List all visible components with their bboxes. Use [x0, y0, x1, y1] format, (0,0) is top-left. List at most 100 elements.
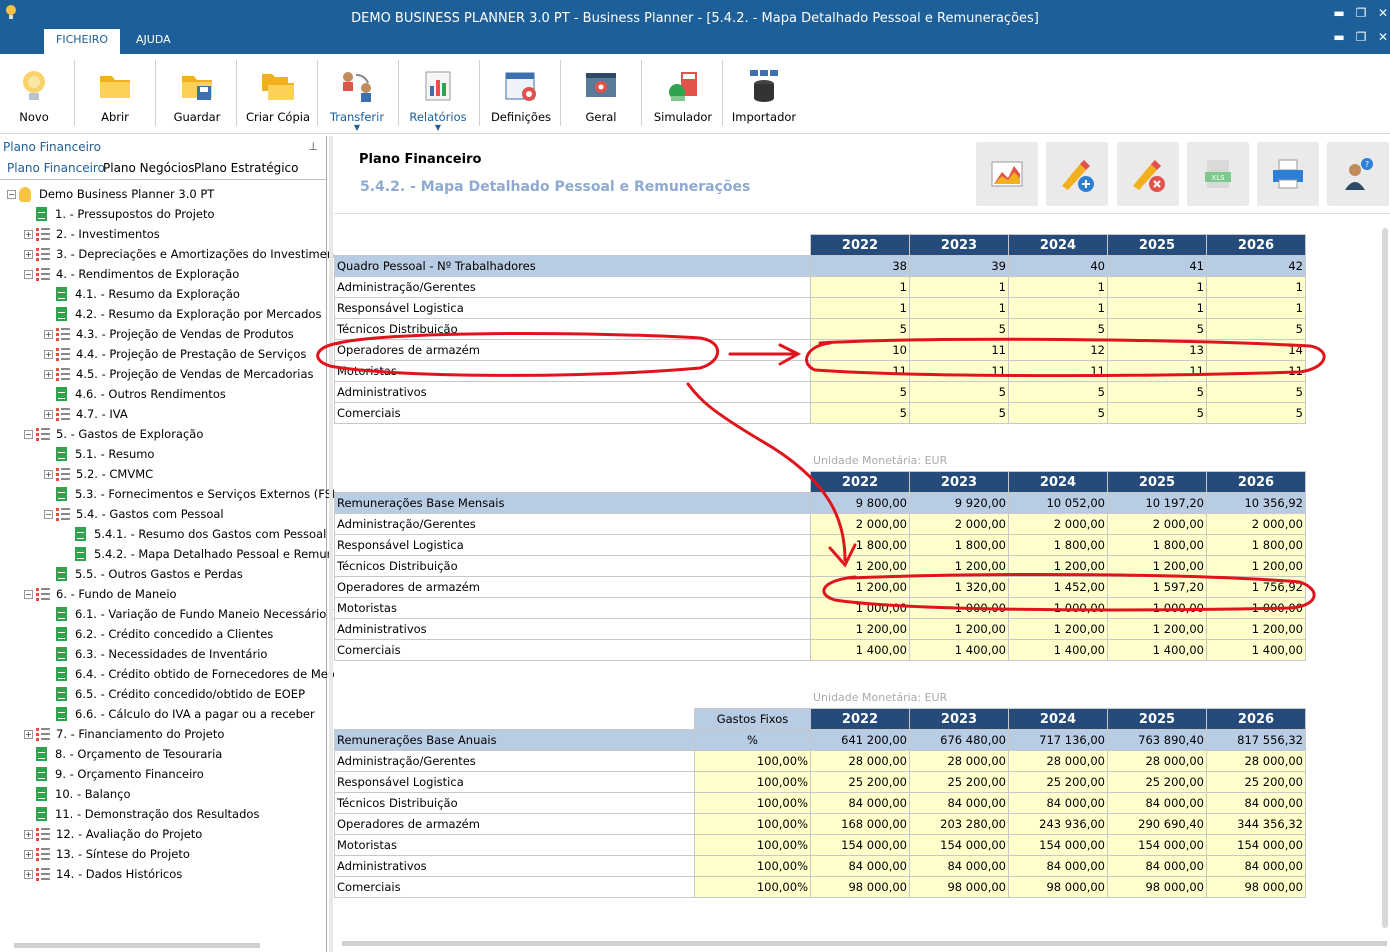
- tree-item[interactable]: 5.1. - Resumo: [44, 444, 154, 464]
- value-cell[interactable]: 1 000,00: [810, 597, 910, 619]
- value-cell[interactable]: 1 200,00: [810, 555, 910, 577]
- value-cell[interactable]: 2 000,00: [1008, 513, 1108, 535]
- value-cell[interactable]: 84 000,00: [1206, 792, 1306, 814]
- tree-item[interactable]: +4.3. - Projeção de Vendas de Produtos: [44, 324, 294, 344]
- collapse-icon[interactable]: −: [24, 269, 33, 279]
- value-cell[interactable]: 2 000,00: [909, 513, 1009, 535]
- settings-button[interactable]: Definições: [481, 58, 561, 128]
- tab-plano-estrategico[interactable]: Plano Estratégico: [194, 161, 299, 175]
- value-cell[interactable]: 1 800,00: [909, 534, 1009, 556]
- doc-close-button[interactable]: ✕: [1374, 30, 1390, 44]
- value-cell[interactable]: 1 200,00: [1206, 618, 1306, 640]
- restore-button[interactable]: ❐: [1352, 6, 1370, 20]
- value-cell[interactable]: 1 200,00: [1206, 555, 1306, 577]
- tree-item[interactable]: 6.5. - Crédito concedido/obtido de EOEP: [44, 684, 305, 704]
- value-cell[interactable]: 25 200,00: [810, 771, 910, 793]
- value-cell[interactable]: 1: [1107, 297, 1207, 319]
- value-cell[interactable]: 1 400,00: [1107, 639, 1207, 661]
- delete-edit-button[interactable]: [1117, 142, 1179, 206]
- tree-item[interactable]: − 5.4. - Gastos com Pessoal: [44, 504, 224, 524]
- sidebar-horizontal-scrollbar[interactable]: [14, 943, 260, 948]
- value-cell[interactable]: 1: [1206, 297, 1306, 319]
- value-cell[interactable]: 1 400,00: [1206, 639, 1306, 661]
- value-cell[interactable]: 344 356,32: [1206, 813, 1306, 835]
- collapse-icon[interactable]: −: [24, 429, 33, 439]
- vertical-scrollbar[interactable]: [1382, 228, 1388, 928]
- pin-icon[interactable]: ⊥: [308, 136, 318, 158]
- new-button[interactable]: Novo: [0, 58, 74, 128]
- tree-item[interactable]: +4.4. - Projeção de Prestação de Serviço…: [44, 344, 306, 364]
- value-cell[interactable]: 1 597,20: [1107, 576, 1207, 598]
- value-cell[interactable]: 5: [909, 318, 1009, 340]
- value-cell[interactable]: 243 936,00: [1008, 813, 1108, 835]
- tree-item[interactable]: +4.5. - Projeção de Vendas de Mercadoria…: [44, 364, 314, 384]
- tree-item[interactable]: − 4. - Rendimentos de Exploração: [24, 264, 239, 284]
- tree-item[interactable]: 4.6. - Outros Rendimentos: [44, 384, 226, 404]
- value-cell[interactable]: 1 756,92: [1206, 576, 1306, 598]
- value-cell[interactable]: 25 200,00: [1107, 771, 1207, 793]
- tree-item[interactable]: 6.3. - Necessidades de Inventário: [44, 644, 267, 664]
- value-cell[interactable]: 28 000,00: [909, 750, 1009, 772]
- value-cell[interactable]: 1: [1008, 297, 1108, 319]
- value-cell[interactable]: 1: [810, 297, 910, 319]
- tree-item[interactable]: 6.4. - Crédito obtido de Fornecedores de…: [44, 664, 346, 684]
- tree-item[interactable]: 5.5. - Outros Gastos e Perdas: [44, 564, 243, 584]
- tree-item[interactable]: 8. - Orçamento de Tesouraria: [24, 744, 222, 764]
- general-button[interactable]: Geral: [561, 58, 641, 128]
- value-cell[interactable]: 1: [1107, 276, 1207, 298]
- value-cell[interactable]: 1: [1008, 276, 1108, 298]
- table-row[interactable]: Responsável Logistica 100,00% 25 200,00 25 …: [334, 771, 1306, 793]
- add-edit-button[interactable]: [1046, 142, 1108, 206]
- table-row[interactable]: Comerciais 100,00% 98 000,00 98 000,00 98 00…: [334, 876, 1306, 898]
- value-cell[interactable]: 1: [1206, 276, 1306, 298]
- value-cell[interactable]: 1 200,00: [810, 576, 910, 598]
- value-cell[interactable]: 11: [1107, 360, 1207, 382]
- tree-item[interactable]: 9. - Orçamento Financeiro: [24, 764, 204, 784]
- value-cell[interactable]: 5: [1206, 318, 1306, 340]
- value-cell[interactable]: 5: [1107, 318, 1207, 340]
- table-row[interactable]: Operadores de armazém 100,00% 168 000,00 20…: [334, 813, 1306, 835]
- value-cell[interactable]: 1 800,00: [810, 534, 910, 556]
- help-button[interactable]: ?: [1327, 142, 1389, 206]
- tree-item[interactable]: − 6. - Fundo de Maneio: [24, 584, 177, 604]
- tree-item[interactable]: 10. - Balanço: [24, 784, 131, 804]
- value-cell[interactable]: 1 200,00: [1107, 618, 1207, 640]
- value-cell[interactable]: 5: [1206, 381, 1306, 403]
- expand-icon[interactable]: +: [24, 829, 33, 839]
- value-cell[interactable]: 290 690,40: [1107, 813, 1207, 835]
- expand-icon[interactable]: +: [24, 229, 33, 239]
- value-cell[interactable]: 5: [810, 381, 910, 403]
- table-row[interactable]: Motoristas 11 11 11 11 11: [334, 360, 1306, 382]
- value-cell[interactable]: 1 400,00: [1008, 639, 1108, 661]
- value-cell[interactable]: 14: [1206, 339, 1306, 361]
- horizontal-scrollbar[interactable]: [342, 941, 1387, 946]
- table-row[interactable]: Motoristas 100,00% 154 000,00 154 000,00 154…: [334, 834, 1306, 856]
- value-cell[interactable]: 84 000,00: [1008, 792, 1108, 814]
- table-row[interactable]: Administração/Gerentes 100,00% 28 000,00 28…: [334, 750, 1306, 772]
- value-cell[interactable]: 84 000,00: [909, 792, 1009, 814]
- value-cell[interactable]: 2 000,00: [1107, 513, 1207, 535]
- value-cell[interactable]: 154 000,00: [909, 834, 1009, 856]
- table-row[interactable]: Motoristas 1 000,00 1 000,00 1 000,00 1 000,…: [334, 597, 1306, 619]
- table-row[interactable]: Administração/Gerentes 1 1 1 1 1: [334, 276, 1306, 298]
- value-cell[interactable]: 2 000,00: [1206, 513, 1306, 535]
- value-cell[interactable]: 25 200,00: [1008, 771, 1108, 793]
- value-cell[interactable]: 5: [1008, 381, 1108, 403]
- tree-item[interactable]: +4.7. - IVA: [44, 404, 128, 424]
- value-cell[interactable]: 5: [1107, 402, 1207, 424]
- value-cell[interactable]: 1: [810, 276, 910, 298]
- tree-item[interactable]: 5.4.1. - Resumo dos Gastos com Pessoal: [63, 524, 326, 544]
- open-button[interactable]: Abrir: [75, 58, 155, 128]
- value-cell[interactable]: 5: [1008, 318, 1108, 340]
- value-cell[interactable]: 25 200,00: [1206, 771, 1306, 793]
- table-row[interactable]: Administrativos 100,00% 84 000,00 84 000,00…: [334, 855, 1306, 877]
- tree-item[interactable]: 4.2. - Resumo da Exploração por Mercados: [44, 304, 321, 324]
- tree-item[interactable]: 6.2. - Crédito concedido a Clientes: [44, 624, 273, 644]
- value-cell[interactable]: 1 000,00: [1008, 597, 1108, 619]
- table-row[interactable]: Administração/Gerentes 2 000,00 2 000,00 2 …: [334, 513, 1306, 535]
- tree-item[interactable]: 4.1. - Resumo da Exploração: [44, 284, 240, 304]
- tree-item[interactable]: +14. - Dados Históricos: [24, 864, 182, 884]
- tab-plano-financeiro[interactable]: Plano Financeiro: [7, 161, 105, 175]
- value-cell[interactable]: 84 000,00: [810, 792, 910, 814]
- save-button[interactable]: Guardar: [157, 58, 237, 128]
